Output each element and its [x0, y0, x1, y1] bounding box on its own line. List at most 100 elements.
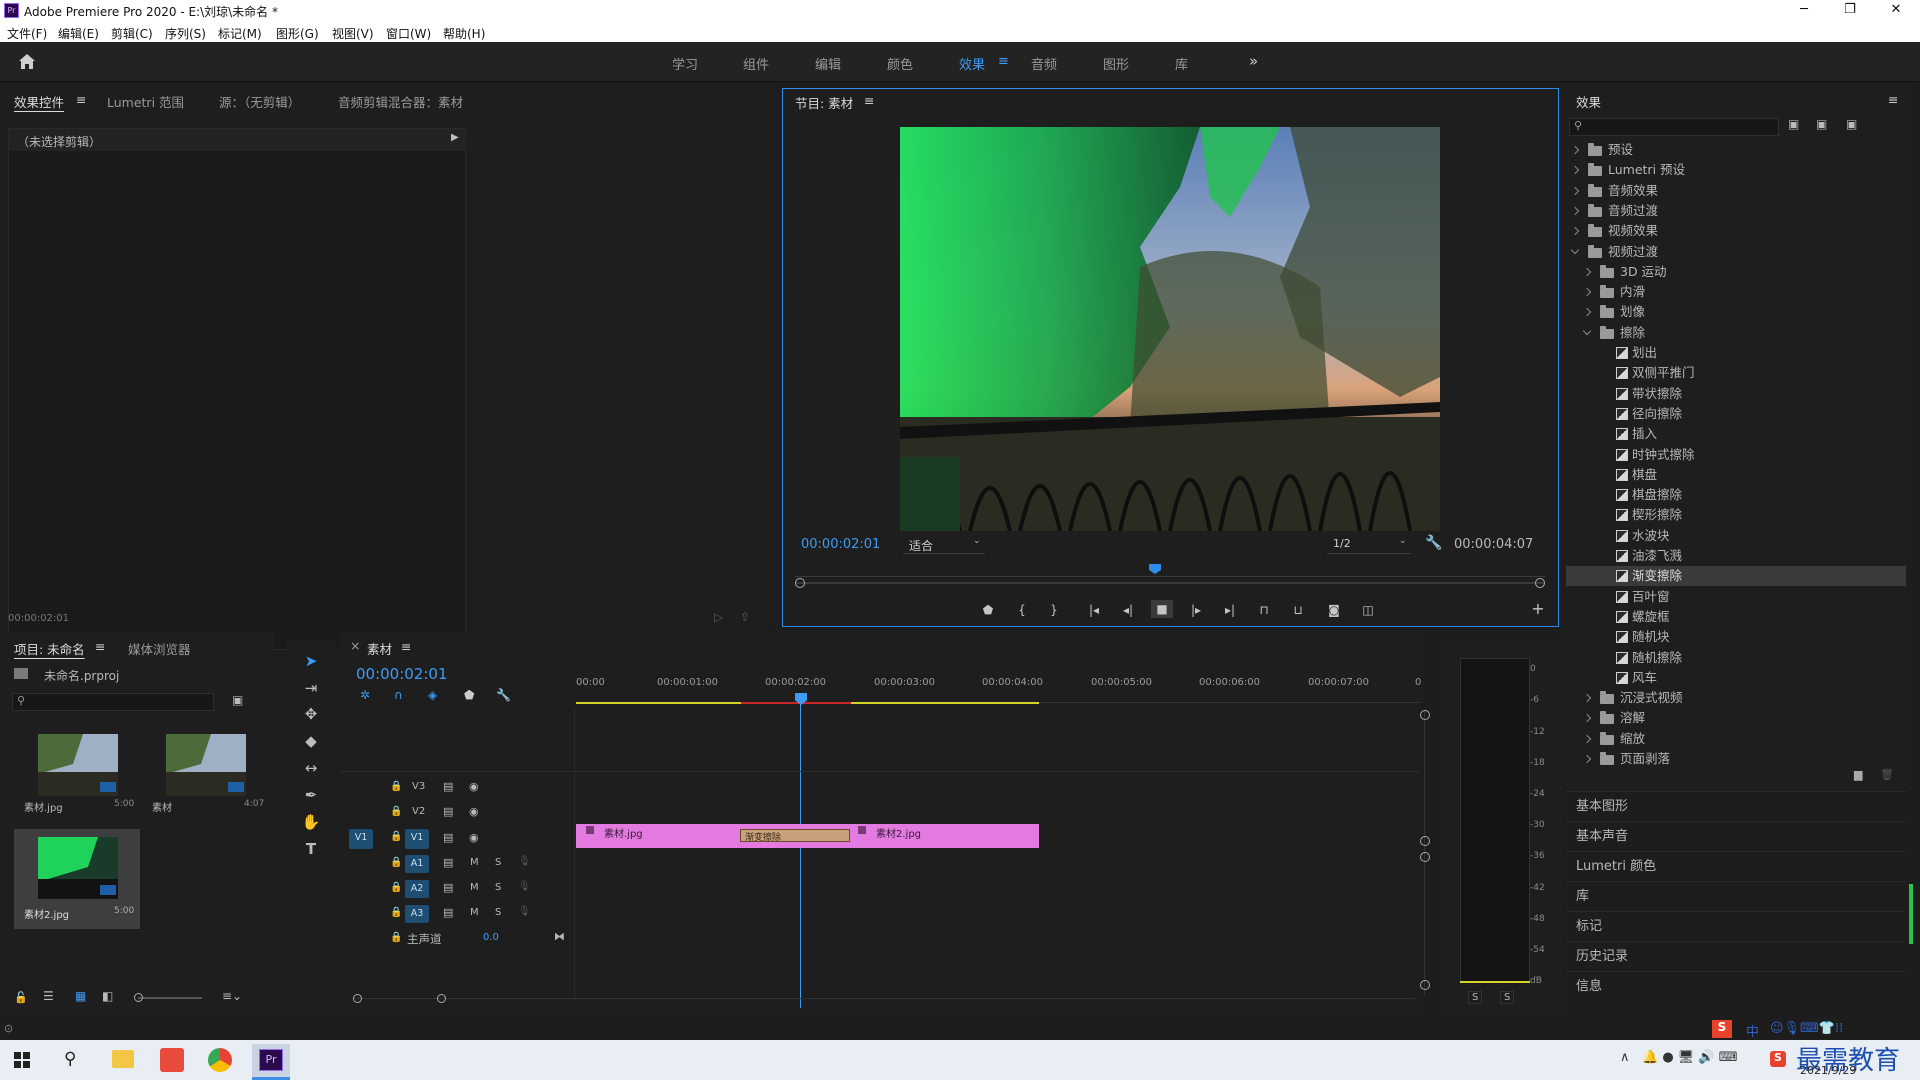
maximize-button[interactable]: ❐ — [1827, 0, 1873, 22]
close-button[interactable]: ✕ — [1873, 0, 1919, 22]
effect-item[interactable]: 渐变擦除 — [1566, 566, 1906, 587]
mic-icon[interactable]: 🎙 — [518, 881, 531, 892]
menu-graphics[interactable]: 图形(G) — [276, 25, 319, 42]
lock-icon[interactable]: 🔒 — [390, 806, 402, 817]
home-icon[interactable] — [18, 53, 36, 70]
file-explorer-icon[interactable] — [112, 1050, 134, 1068]
program-current-time[interactable]: 00:00:02:01 — [801, 537, 880, 552]
effects-search-input[interactable]: ⚲ — [1569, 118, 1779, 136]
tab-effect-controls[interactable]: 效果控件 — [14, 92, 64, 111]
chevron-right-icon[interactable] — [1570, 206, 1580, 216]
panel-lumetri-color[interactable]: Lumetri 颜色 — [1566, 851, 1906, 880]
track-target-a3[interactable]: A3 — [405, 905, 429, 923]
effect-folder[interactable]: 内滑 — [1566, 282, 1906, 302]
workspace-learn[interactable]: 学习 — [672, 54, 698, 73]
ripple-edit-tool-icon[interactable]: ✥ — [300, 703, 322, 725]
minimize-button[interactable]: ─ — [1781, 0, 1827, 22]
chevron-right-icon[interactable] — [1582, 734, 1592, 743]
effect-folder[interactable]: 视频过渡 — [1566, 242, 1906, 262]
effect-item[interactable]: 百叶窗 — [1566, 587, 1906, 607]
step-forward-icon[interactable]: |▸ — [1185, 601, 1207, 619]
razor-tool-icon[interactable]: ◆ — [300, 730, 322, 752]
effect-folder[interactable]: 沉浸式视频 — [1566, 688, 1906, 708]
effect-item[interactable]: 时钟式擦除 — [1566, 445, 1906, 465]
eye-icon[interactable]: ◉ — [469, 805, 479, 818]
program-time-ruler[interactable] — [795, 567, 1545, 577]
source-patch-v1[interactable]: V1 — [349, 829, 373, 849]
chevron-down-icon[interactable] — [1570, 245, 1580, 254]
effect-folder[interactable]: 预设 — [1566, 140, 1906, 160]
resolution-dropdown[interactable]: 1/2 ⌄ — [1327, 536, 1411, 554]
chevron-right-icon[interactable] — [1582, 308, 1592, 317]
zoom-handle-left[interactable] — [795, 578, 805, 588]
track-target-a2[interactable]: A2 — [405, 880, 429, 898]
scroll-handle-left[interactable] — [353, 994, 362, 1003]
effect-item[interactable]: 随机块 — [1566, 627, 1906, 647]
lock-icon[interactable]: 🔒 — [390, 882, 402, 893]
project-item-selected[interactable]: 素材2.jpg 5:00 — [14, 829, 140, 929]
lock-icon[interactable]: 🔒 — [390, 932, 402, 943]
chevron-right-icon[interactable] — [1582, 287, 1592, 297]
transition-gradient-wipe[interactable]: 渐变擦除 — [740, 829, 850, 843]
project-item[interactable]: 素材.jpg 5:00 — [14, 726, 140, 826]
workspace-audio[interactable]: 音频 — [1031, 54, 1057, 73]
program-menu-icon[interactable]: ≡ — [864, 93, 874, 108]
snap-icon[interactable]: ✲ — [360, 688, 370, 702]
close-tab-icon[interactable]: × — [350, 638, 360, 653]
effect-item[interactable]: 插入 — [1566, 424, 1906, 444]
track-target-v1[interactable]: V1 — [405, 829, 429, 849]
chevron-right-icon[interactable] — [1582, 693, 1592, 703]
workspace-menu-icon[interactable]: ≡ — [998, 54, 1009, 69]
export-icon[interactable]: ⇪ — [740, 610, 750, 624]
zoom-scroll-bar[interactable] — [795, 582, 1545, 584]
effect-item[interactable]: 棋盘擦除 — [1566, 485, 1906, 505]
scroll-handle-right[interactable] — [437, 994, 446, 1003]
timeline-current-time[interactable]: 00:00:02:01 — [356, 665, 448, 683]
marker-icon[interactable]: ⬟ — [464, 688, 474, 702]
effect-folder[interactable]: 划像 — [1566, 302, 1906, 322]
chevron-down-icon[interactable] — [1582, 326, 1592, 335]
effect-folder[interactable]: 缩放 — [1566, 729, 1906, 749]
32bit-effects-icon[interactable]: ▣ — [1816, 117, 1827, 131]
effect-item[interactable]: 划出 — [1566, 343, 1906, 363]
sequence-menu-icon[interactable]: ≡ — [401, 639, 411, 654]
mark-out-icon[interactable]: } — [1043, 601, 1065, 619]
workspace-effects[interactable]: 效果 — [959, 54, 985, 73]
panel-history[interactable]: 历史记录 — [1566, 941, 1906, 970]
comparison-view-icon[interactable]: ◫ — [1357, 601, 1379, 619]
effect-folder[interactable]: 页面剥落 — [1566, 749, 1906, 769]
sync-lock-icon[interactable]: ▤ — [443, 906, 453, 919]
menu-help[interactable]: 帮助(H) — [443, 25, 485, 42]
freeform-view-icon[interactable]: ◧ — [102, 989, 113, 1003]
menu-file[interactable]: 文件(F) — [7, 25, 47, 42]
sort-icon[interactable]: ≡⌄ — [222, 989, 242, 1003]
chevron-right-icon[interactable] — [1570, 186, 1580, 195]
menu-sequence[interactable]: 序列(S) — [165, 25, 206, 42]
menu-edit[interactable]: 编辑(E) — [58, 25, 99, 42]
effect-folder[interactable]: Lumetri 预设 — [1566, 160, 1906, 180]
selection-tool-icon[interactable]: ➤ — [300, 650, 322, 672]
lock-icon[interactable]: 🔒 — [390, 907, 402, 918]
mic-icon[interactable]: 🎙 — [518, 906, 531, 917]
tab-media-browser[interactable]: 媒体浏览器 — [128, 639, 191, 658]
workspace-editing[interactable]: 编辑 — [815, 54, 841, 73]
eye-icon[interactable]: ◉ — [469, 780, 479, 793]
mute-button[interactable]: M — [470, 857, 479, 868]
type-tool-icon[interactable]: T — [300, 838, 322, 860]
effect-folder[interactable]: 擦除 — [1566, 323, 1906, 343]
panel-essential-sound[interactable]: 基本声音 — [1566, 821, 1906, 850]
chevron-right-icon[interactable] — [1582, 754, 1592, 764]
go-to-end-icon[interactable]: ⧓ — [554, 930, 565, 943]
add-marker-timeline-icon[interactable]: ◈ — [428, 688, 437, 702]
master-volume-value[interactable]: 0.0 — [483, 932, 499, 943]
eye-icon[interactable]: ◉ — [469, 831, 479, 844]
vscroll-handle-bottom[interactable] — [1420, 980, 1430, 990]
chevron-right-icon[interactable] — [1582, 714, 1592, 723]
sync-lock-icon[interactable]: ▤ — [443, 856, 453, 869]
effects-menu-icon[interactable]: ≡ — [1888, 92, 1898, 107]
panel-markers[interactable]: 标记 — [1566, 911, 1906, 940]
workspace-libraries[interactable]: 库 — [1175, 54, 1188, 73]
meter-solo-left[interactable]: S — [1468, 991, 1483, 1004]
ime-toolbar-icon[interactable]: ☺🎙⌨👕⁞⁞ — [1770, 1021, 1843, 1036]
effect-item[interactable]: 楔形擦除 — [1566, 505, 1906, 525]
